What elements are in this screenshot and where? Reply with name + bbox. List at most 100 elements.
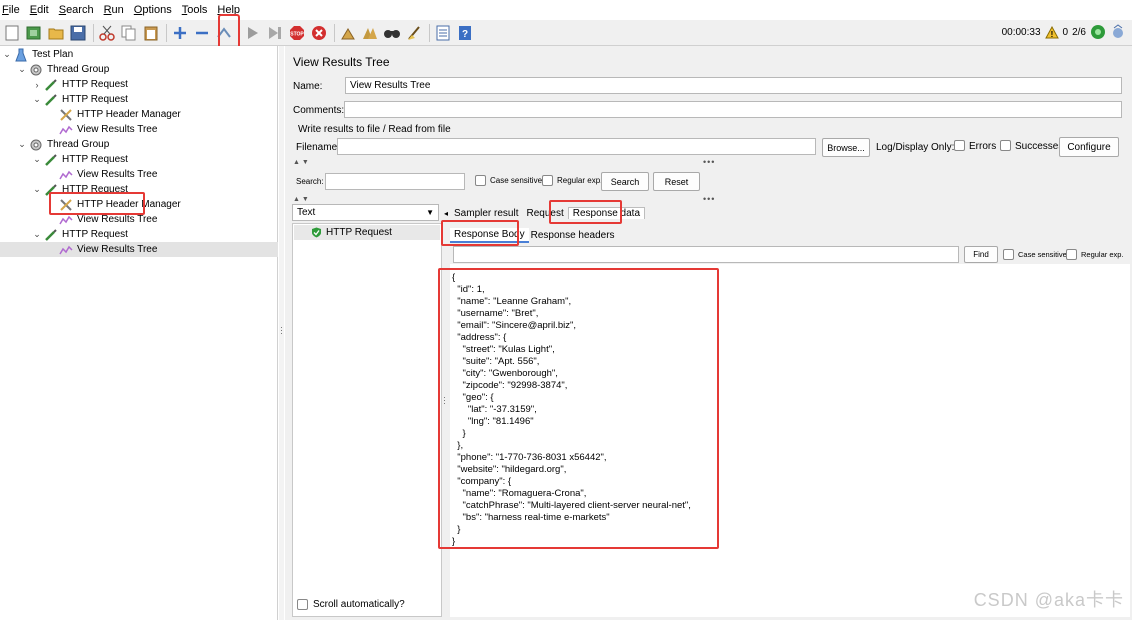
errors-checkbox[interactable]: [954, 140, 965, 151]
collapse-icon[interactable]: [192, 23, 212, 43]
chevron-down-icon[interactable]: ⌄: [17, 139, 27, 150]
new-icon[interactable]: [2, 23, 22, 43]
tree-node[interactable]: ⌄ Test Plan: [0, 47, 73, 62]
reset-search-icon[interactable]: [404, 23, 424, 43]
stop-icon[interactable]: STOP: [287, 23, 307, 43]
copy-icon[interactable]: [119, 23, 139, 43]
successes-checkbox[interactable]: [1000, 140, 1011, 151]
chevron-down-icon[interactable]: ⌄: [32, 154, 42, 165]
split-divider[interactable]: ▲ ▼ •••: [293, 194, 1123, 204]
start-button-highlight: [218, 14, 240, 50]
renderer-select[interactable]: Text ▼: [292, 204, 439, 221]
menu-search[interactable]: Search: [59, 4, 94, 16]
tools-icon: [59, 108, 73, 122]
tree-node-label: HTTP Header Manager: [77, 109, 181, 120]
tree-node[interactable]: ⌄ Thread Group: [0, 62, 109, 77]
success-check-icon: [312, 227, 321, 238]
find-input[interactable]: [453, 246, 959, 263]
shutdown-icon[interactable]: [309, 23, 329, 43]
tree-node-label: Test Plan: [32, 49, 74, 60]
function-helper-icon[interactable]: [433, 23, 453, 43]
tree-node-label: HTTP Request: [62, 79, 128, 90]
successes-label: Successes: [1015, 141, 1064, 152]
templates-icon[interactable]: [24, 23, 44, 43]
start-no-pauses-icon[interactable]: [265, 23, 285, 43]
menu-tools[interactable]: Tools: [182, 4, 208, 16]
start-icon[interactable]: [243, 23, 263, 43]
tree-node[interactable]: HTTP Header Manager: [0, 107, 181, 122]
pipette-icon: [44, 78, 58, 92]
splitter-grip-icon[interactable]: · · ·: [280, 323, 283, 338]
menu-edit[interactable]: Edit: [30, 4, 49, 16]
clear-all-icon[interactable]: [360, 23, 380, 43]
chevron-down-icon[interactable]: ⌄: [32, 94, 42, 105]
tree-node-label: View Results Tree: [77, 244, 158, 255]
errors-label: Errors: [969, 141, 997, 152]
tree-node-label: HTTP Request: [62, 229, 128, 240]
browse-button[interactable]: Browse...: [822, 138, 870, 157]
chevron-right-icon[interactable]: ›: [32, 80, 42, 90]
name-field[interactable]: View Results Tree: [345, 77, 1122, 94]
chevron-down-icon[interactable]: ⌄: [17, 64, 27, 75]
toolbar-separator: [429, 23, 430, 42]
chevron-down-icon[interactable]: ⌄: [32, 184, 42, 195]
split-divider[interactable]: ▲ ▼ •••: [293, 157, 1123, 167]
selected-node-highlight: [49, 192, 145, 215]
tree-node[interactable]: ⌄ HTTP Request: [0, 152, 128, 167]
scroll-automatically-checkbox[interactable]: [297, 599, 308, 610]
pipette-icon: [44, 93, 58, 107]
paste-icon[interactable]: [141, 23, 161, 43]
help-icon[interactable]: ?: [455, 23, 475, 43]
gear-icon: [29, 63, 43, 77]
tree-node-label: HTTP Request: [62, 94, 128, 105]
search-input[interactable]: [325, 173, 465, 190]
chevron-down-icon: ▼: [426, 208, 434, 217]
tab-sampler-result[interactable]: Sampler result: [450, 208, 522, 219]
cut-icon[interactable]: [97, 23, 117, 43]
tab-scroll-left-icon[interactable]: ◂: [444, 209, 448, 218]
write-results-label: Write results to file / Read from file: [298, 124, 451, 135]
menu-options[interactable]: Options: [134, 4, 172, 16]
tree-node[interactable]: ⌄ HTTP Request: [0, 92, 128, 107]
response-body-highlight: [441, 220, 519, 246]
menu-run[interactable]: Run: [104, 4, 124, 16]
open-icon[interactable]: [46, 23, 66, 43]
tree-node[interactable]: View Results Tree: [0, 122, 157, 137]
tree-node[interactable]: View Results Tree: [0, 167, 157, 182]
search-icon[interactable]: [382, 23, 402, 43]
find-button[interactable]: Find: [964, 246, 998, 263]
svg-text:!: !: [1050, 30, 1053, 39]
tree-node-label: View Results Tree: [77, 169, 158, 180]
tree-node[interactable]: › HTTP Request: [0, 77, 128, 92]
case-sensitive-checkbox[interactable]: [475, 175, 486, 186]
view-results-tree-panel: View Results Tree Name: View Results Tre…: [285, 46, 1132, 620]
comments-field[interactable]: [344, 101, 1122, 118]
search-button[interactable]: Search: [601, 172, 649, 191]
expand-icon[interactable]: [170, 23, 190, 43]
configure-button[interactable]: Configure: [1059, 137, 1119, 157]
find-regex-checkbox[interactable]: [1066, 249, 1077, 260]
watermark: CSDN @aka卡卡: [973, 590, 1124, 610]
svg-text:STOP: STOP: [290, 31, 304, 37]
regular-exp-label: Regular exp.: [557, 176, 603, 185]
warning-icon[interactable]: !: [1044, 25, 1059, 39]
clear-icon[interactable]: [338, 23, 358, 43]
reset-button[interactable]: Reset: [653, 172, 700, 191]
remote-icon[interactable]: [1110, 24, 1126, 40]
menu-file[interactable]: File: [2, 4, 20, 16]
tree-node[interactable]: View Results Tree: [0, 242, 278, 257]
chart-icon: [59, 243, 73, 257]
svg-text:?: ?: [462, 29, 468, 40]
menu-bar: File Edit Search Run Options Tools Help: [0, 0, 1132, 20]
filename-field[interactable]: [337, 138, 816, 155]
list-item[interactable]: HTTP Request: [294, 225, 440, 240]
regular-exp-checkbox[interactable]: [542, 175, 553, 186]
tree-node[interactable]: ⌄ HTTP Request: [0, 227, 128, 242]
chevron-down-icon[interactable]: ⌄: [32, 229, 42, 240]
save-icon[interactable]: [68, 23, 88, 43]
tree-node-label: Thread Group: [47, 64, 110, 75]
find-case-checkbox[interactable]: [1003, 249, 1014, 260]
chevron-down-icon[interactable]: ⌄: [2, 49, 12, 60]
tree-node[interactable]: ⌄ Thread Group: [0, 137, 109, 152]
tab-response-headers[interactable]: Response headers: [531, 230, 615, 241]
